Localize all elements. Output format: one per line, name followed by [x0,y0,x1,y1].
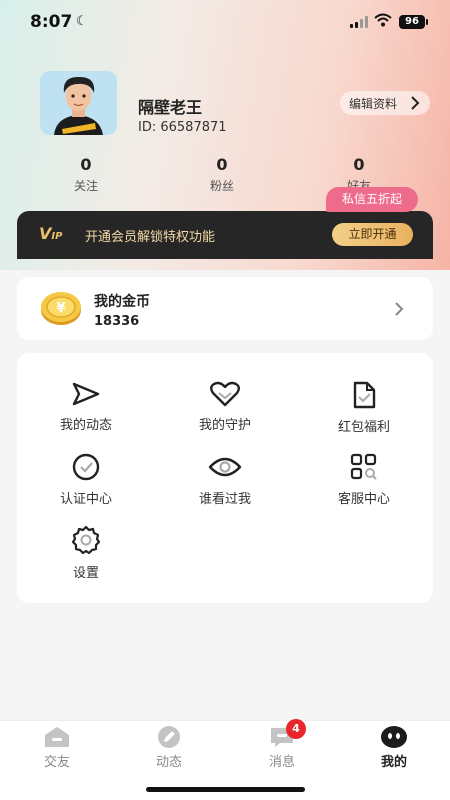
send-icon [72,382,100,406]
tab-me[interactable]: 我的 [354,725,434,770]
stat-following-label: 关注 [73,179,98,193]
edit-profile-label: 编辑资料 [349,96,398,111]
chevron-right-icon [411,96,420,110]
coin-title: 我的金币 [94,294,150,310]
vip-description: 开通会员解锁特权功能 [85,230,216,245]
menu-verification-label: 认证中心 [59,492,112,507]
tab-messages[interactable]: 4 消息 [242,719,322,770]
menu-visitors-label: 谁看过我 [198,492,251,507]
tab-me-label: 我的 [380,755,407,770]
promo-tag: 私信五折起 [326,187,418,212]
stat-friends-count: 0 [353,155,365,174]
menu-verification[interactable]: 认证中心 [31,453,141,513]
menu-customer-service[interactable]: 客服中心 [309,453,419,513]
gear-icon [71,525,101,555]
document-icon [353,381,376,409]
stat-fans-count: 0 [216,155,228,174]
home-indicator [146,787,305,792]
moon-icon: ☾ [76,14,88,29]
vip-logo-sub: IP [51,231,63,242]
vip-logo: VIP [39,224,62,243]
menu-visitors[interactable]: 谁看过我 [170,453,280,513]
edit-profile-button[interactable]: 编辑资料 [340,91,430,115]
vip-open-button[interactable]: 立即开通 [332,223,413,246]
cellular-signal-icon [350,16,368,28]
check-circle-icon [72,453,100,481]
menu-my-posts-label: 我的动态 [59,418,112,433]
battery-icon: 96 [399,15,428,29]
profile-name: 隔壁老王 [138,98,203,117]
status-bar: 8:07 ☾ 96 [0,0,450,44]
svg-text:¥: ¥ [56,301,65,316]
eye-icon [208,457,242,477]
menu-my-posts[interactable]: 我的动态 [31,381,141,441]
status-time: 8:07 [30,12,73,32]
chevron-right-icon [395,302,404,316]
stat-fans[interactable]: 0 粉丝 [177,155,267,194]
coin-balance: 18336 [94,314,140,329]
menu-red-packet[interactable]: 红包福利 [309,381,419,441]
stat-fans-label: 粉丝 [209,179,234,193]
stat-following[interactable]: 0 关注 [41,155,131,194]
menu-settings-label: 设置 [72,566,99,581]
menu-my-guardian-label: 我的守护 [198,418,251,433]
coin-card[interactable]: ¥ 我的金币 18336 [17,277,433,340]
profile-id: ID: 66587871 [138,120,227,135]
menu-customer-service-label: 客服中心 [337,492,390,507]
menu-my-guardian[interactable]: 我的守护 [170,381,280,441]
tab-messages-label: 消息 [268,755,295,770]
vip-logo-main: V [39,224,52,243]
heart-icon [210,381,240,407]
menu-red-packet-label: 红包福利 [337,420,390,435]
message-count-badge: 4 [286,719,306,739]
avatar-image [40,71,117,135]
avatar[interactable] [40,71,117,135]
gold-coin-icon: ¥ [41,292,81,325]
vip-banner[interactable]: VIP 开通会员解锁特权功能 立即开通 [17,211,433,259]
service-grid-icon [350,453,377,480]
home-icon [45,727,69,747]
profile-face-icon [381,726,407,748]
tab-friends-label: 交友 [43,755,70,770]
menu-grid: 我的动态 我的守护 红包福利 认证中心 谁看过我 客服中心 设置 [17,353,433,603]
menu-settings[interactable]: 设置 [31,525,141,585]
tab-friends[interactable]: 交友 [17,725,97,770]
stat-following-count: 0 [80,155,92,174]
wifi-icon [374,13,392,27]
pencil-icon [158,726,180,748]
tab-moments[interactable]: 动态 [129,725,209,770]
tab-moments-label: 动态 [155,755,182,770]
